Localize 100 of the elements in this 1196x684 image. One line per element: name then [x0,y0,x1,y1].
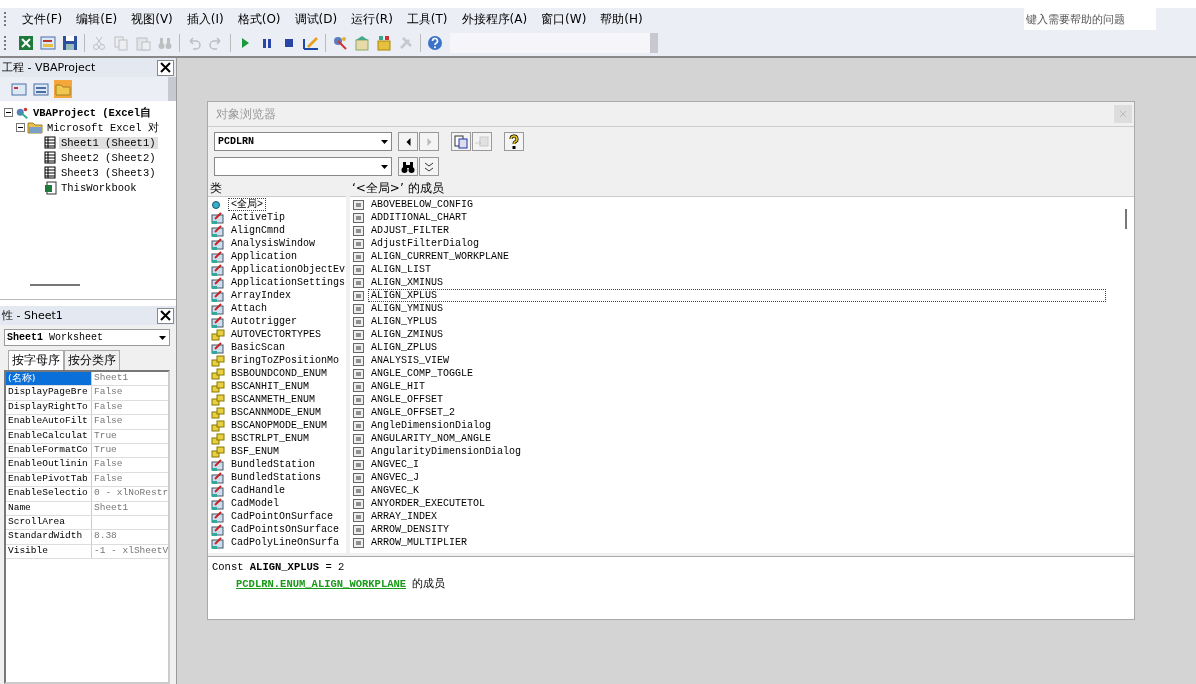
dropdown-arrow-icon[interactable] [158,335,166,340]
property-value[interactable]: 8.38 [92,530,168,544]
property-value[interactable]: False [92,415,168,429]
member-item[interactable]: ADDITIONAL_CHART [368,211,470,224]
class-item[interactable]: ApplicationObjectEv [228,263,346,276]
object-dropdown[interactable]: Sheet1 Worksheet [4,329,170,346]
class-item[interactable]: Application [228,250,300,263]
property-name[interactable]: Name [6,501,92,515]
class-item[interactable]: CadModel [228,497,282,510]
property-value[interactable]: True [92,443,168,458]
member-item[interactable]: ADJUST_FILTER [368,224,452,237]
chevron-button[interactable] [419,157,439,176]
tree-item[interactable]: Sheet3 (Sheet3) [59,166,158,179]
property-name[interactable]: EnableAutoFilt [6,415,92,429]
menu-item[interactable]: 编辑(E) [69,10,125,28]
class-item[interactable]: BasicScan [228,341,288,354]
class-item[interactable]: BringToZPositionMo [228,354,343,367]
class-item[interactable]: Autotrigger [228,315,300,328]
dropdown-arrow-icon[interactable] [380,139,388,144]
class-item[interactable]: BSBOUNDCOND_ENUM [228,367,330,380]
class-item[interactable]: CadPolyLineOnSurfa [228,536,343,549]
form-view-toggle[interactable] [32,80,50,98]
member-item[interactable]: ALIGN_XMINUS [368,276,446,289]
help-search-field[interactable]: 键入需要帮助的问题 [1024,8,1156,30]
member-item[interactable]: AngularityDimensionDialog [368,445,525,458]
menu-item[interactable]: 文件(F) [15,10,70,28]
member-item[interactable]: ANGLE_HIT [368,380,428,393]
member-item[interactable]: ANYORDER_EXECUTETOL [368,497,489,510]
boxes-icon[interactable] [376,35,392,51]
class-item[interactable]: AUTOVECTORTYPES [228,328,324,341]
help-icon[interactable] [427,35,443,51]
tree-item[interactable]: Microsoft Excel 对 [45,120,161,135]
member-item[interactable]: ANGULARITY_NOM_ANGLE [368,432,495,445]
class-item[interactable]: Attach [228,302,270,315]
property-name[interactable]: EnableFormatCo [6,443,92,458]
property-name[interactable]: EnablePivotTab [6,472,92,487]
class-item[interactable]: BSCANOPMODE_ENUM [228,419,330,432]
question-button[interactable] [504,132,524,151]
class-item[interactable]: BSCANMETH_ENUM [228,393,318,406]
menu-item[interactable]: 工具(T) [399,10,455,28]
spreadsheet-icon[interactable] [18,35,34,51]
parent-link[interactable]: PCDLRN.ENUM_ALIGN_WORKPLANE [236,577,407,590]
class-item[interactable]: BSF_ENUM [228,445,282,458]
tab[interactable]: 按分类序 [64,350,120,370]
property-name[interactable]: (名称) [6,372,92,386]
class-item[interactable]: BundledStation [228,458,318,471]
form-icon[interactable] [40,35,56,51]
class-item[interactable]: ArrayIndex [228,289,294,302]
save-icon[interactable] [62,35,78,51]
class-item[interactable]: ApplicationSettings [228,276,346,289]
member-item[interactable]: ANGLE_COMP_TOGGLE [368,367,477,380]
properties-icon[interactable] [354,35,370,51]
property-value[interactable]: Sheet1 [92,501,168,515]
tree-item[interactable]: ThisWorkbook [59,181,139,194]
binoculars-button[interactable] [398,157,418,176]
member-item[interactable]: ANGVEC_J [368,471,422,484]
member-item[interactable]: ALIGN_ZMINUS [368,328,446,341]
member-item[interactable]: AdjustFilterDialog [368,237,483,250]
member-item[interactable]: ANGLE_OFFSET_2 [368,406,458,419]
member-item[interactable]: ALIGN_LIST [368,263,434,276]
property-name[interactable]: EnableOutlinin [6,458,92,472]
property-name[interactable]: EnableSelectio [6,487,92,501]
class-item[interactable]: BSCTRLPT_ENUM [228,432,312,445]
folder-toggle[interactable] [54,80,72,98]
member-item[interactable]: ANGLE_OFFSET [368,393,446,406]
property-value[interactable]: False [92,458,168,472]
member-item[interactable]: AngleDimensionDialog [368,419,495,432]
property-value[interactable]: True [92,429,168,443]
tab[interactable]: 按字母序 [8,350,64,370]
menu-item[interactable]: 窗口(W) [534,10,594,28]
property-name[interactable]: EnableCalculat [6,429,92,443]
member-item[interactable]: ANGVEC_I [368,458,422,471]
class-item[interactable]: CadPointsOnSurface [228,523,343,536]
property-value[interactable]: Sheet1 [92,372,168,386]
tree-item[interactable]: Sheet1 (Sheet1) [59,136,158,149]
close-button[interactable] [157,59,174,76]
scrollbar-thumb[interactable] [1125,209,1127,229]
dropdown-arrow-icon[interactable] [380,164,388,169]
code-view-toggle[interactable] [10,80,28,98]
property-value[interactable]: False [92,386,168,400]
member-item[interactable]: ARROW_DENSITY [368,523,452,536]
member-item[interactable]: ARROW_MULTIPLIER [368,536,470,549]
property-value[interactable]: False [92,472,168,487]
property-name[interactable]: StandardWidth [6,530,92,544]
member-item[interactable]: ABOVEBELOW_CONFIG [368,198,477,211]
member-item[interactable]: ANGVEC_K [368,484,422,497]
menu-item[interactable]: 运行(R) [344,10,400,28]
member-item[interactable]: ALIGN_XPLUS [368,289,1106,302]
class-item[interactable]: <全局> [228,198,266,211]
project-icon[interactable] [332,35,348,51]
member-item[interactable]: ALIGN_ZPLUS [368,341,440,354]
menu-item[interactable]: 格式(O) [230,10,288,28]
property-name[interactable]: DisplayPageBre [6,386,92,400]
collapse-icon[interactable] [4,108,13,117]
copy-button[interactable] [451,132,471,151]
member-item[interactable]: ALIGN_YPLUS [368,315,440,328]
tree-item[interactable]: Sheet2 (Sheet2) [59,151,158,164]
scrollbar-thumb[interactable] [30,284,80,286]
member-item[interactable]: ARRAY_INDEX [368,510,440,523]
class-item[interactable]: BSCANHIT_ENUM [228,380,312,393]
